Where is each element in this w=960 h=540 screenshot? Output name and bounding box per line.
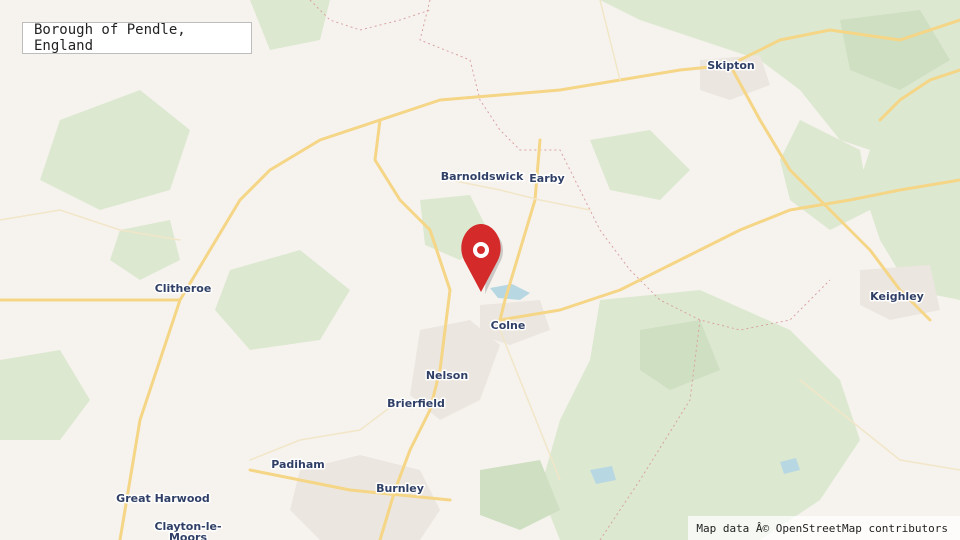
place-nelson: Nelson <box>426 369 468 382</box>
place-earby: Earby <box>529 172 564 185</box>
attribution-text: Map data Â© OpenStreetMap contributors <box>696 521 948 535</box>
place-padiham: Padiham <box>271 458 325 471</box>
place-keighley: Keighley <box>870 290 924 303</box>
place-clitheroe: Clitheroe <box>155 282 212 295</box>
place-great-harwood: Great Harwood <box>116 492 210 505</box>
place-barnoldswick: Barnoldswick <box>441 170 524 183</box>
attribution-box: Map data Â© OpenStreetMap contributors <box>688 516 960 540</box>
place-colne: Colne <box>491 319 526 332</box>
place-skipton: Skipton <box>707 59 755 72</box>
marker-dot <box>477 246 485 254</box>
place-brierfield: Brierfield <box>387 397 445 410</box>
place-moors: Moors <box>169 531 207 540</box>
map-title: Borough of Pendle, England <box>34 22 186 54</box>
place-burnley: Burnley <box>376 482 424 495</box>
map-canvas[interactable]: Skipton Barnoldswick Earby Clitheroe Kei… <box>0 0 960 540</box>
map-title-box: Borough of Pendle, England <box>22 22 252 54</box>
